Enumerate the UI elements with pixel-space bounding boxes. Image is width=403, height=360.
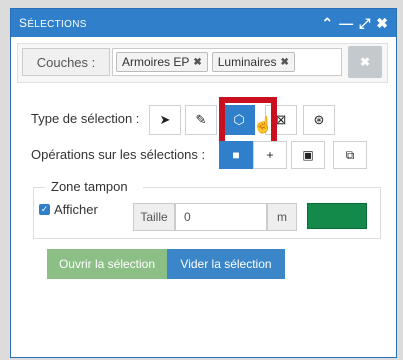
add-selection-button[interactable]: +	[253, 141, 287, 169]
layers-label: Couches :	[22, 48, 110, 76]
new-selection-icon: ■	[232, 148, 240, 162]
operations-label: Opérations sur les sélections :	[31, 147, 206, 162]
circle-select-icon: ⊛	[313, 112, 325, 127]
show-buffer-label: Afficher	[54, 202, 98, 217]
add-selection-icon: +	[266, 148, 274, 162]
hand-cursor-icon: ☝	[253, 117, 273, 134]
circle-select-button[interactable]: ⊛	[303, 105, 335, 135]
chevron-up-icon[interactable]: ⌃	[321, 16, 333, 30]
pointer-icon: ➤	[159, 112, 171, 127]
fieldset-border	[143, 187, 381, 188]
panel-titlebar[interactable]: SÉLECTIONS ⌃ — ⤢ ✖	[11, 9, 396, 37]
selections-panel: SÉLECTIONS ⌃ — ⤢ ✖ Couches : Armoires EP…	[10, 8, 397, 358]
layer-tag-armoires: Armoires EP ✖	[116, 52, 208, 72]
expand-icon[interactable]: ⤢	[359, 16, 370, 30]
close-icon[interactable]: ✖	[376, 16, 388, 30]
selection-type-label: Type de sélection :	[31, 111, 140, 126]
fieldset-border	[33, 187, 45, 188]
remove-tag-icon[interactable]: ✖	[193, 57, 201, 68]
unit-label: m	[267, 203, 297, 231]
checkbox-checked-icon[interactable]: ✓	[39, 204, 50, 215]
subtract-selection-icon: ⧉	[345, 147, 355, 162]
intersect-selection-button[interactable]: ▣	[291, 141, 325, 169]
subtract-selection-button[interactable]: ⧉	[333, 141, 367, 169]
empty-selection-button[interactable]: Vider la sélection	[167, 249, 285, 279]
minimize-icon[interactable]: —	[339, 16, 353, 30]
line-select-button[interactable]: ✎	[185, 105, 217, 135]
layers-row: Couches : Armoires EP ✖ Luminaires ✖ ✖	[17, 43, 388, 83]
open-selection-button[interactable]: Ouvrir la sélection	[47, 249, 167, 279]
layer-tag-luminaires: Luminaires ✖	[211, 52, 295, 72]
layers-select[interactable]: Armoires EP ✖ Luminaires ✖	[112, 48, 342, 76]
show-buffer-checkbox[interactable]: ✓ Afficher	[39, 202, 98, 217]
new-selection-button[interactable]: ■	[219, 141, 253, 169]
size-input[interactable]: 0	[175, 203, 267, 231]
buffer-legend: Zone tampon	[47, 179, 132, 194]
intersect-selection-icon: ▣	[302, 148, 314, 162]
line-select-icon: ✎	[195, 112, 207, 127]
size-label: Taille	[133, 203, 175, 231]
pointer-select-button[interactable]: ➤	[149, 105, 181, 135]
remove-tag-icon[interactable]: ✖	[280, 57, 288, 68]
clear-layers-button[interactable]: ✖	[348, 46, 382, 78]
buffer-color-picker[interactable]	[307, 203, 367, 229]
box-select-icon: ⊠	[275, 112, 287, 127]
panel-title: SÉLECTIONS	[19, 16, 87, 30]
